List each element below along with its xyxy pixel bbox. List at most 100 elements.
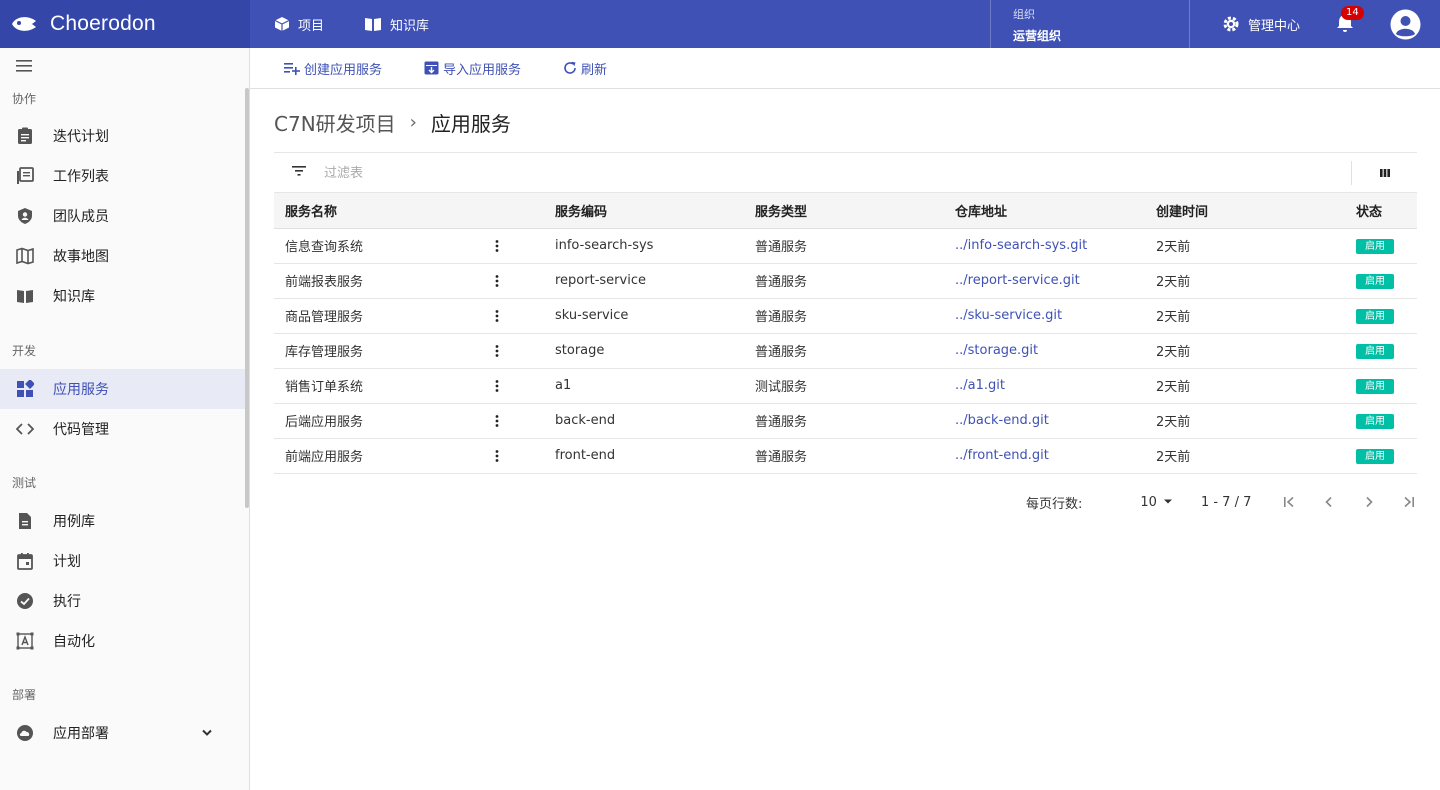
- repo-link[interactable]: ../info-search-sys.git: [955, 238, 1087, 253]
- sidebar-item-iteration-plan[interactable]: 迭代计划: [0, 116, 245, 156]
- more-vert-icon[interactable]: [495, 239, 499, 252]
- repo-link[interactable]: ../report-service.git: [955, 273, 1080, 288]
- refresh-button[interactable]: 刷新: [563, 59, 607, 78]
- status-cell: 启用: [1345, 403, 1417, 439]
- org-value: 运营组织: [1013, 29, 1062, 43]
- more-vert-icon[interactable]: [495, 379, 499, 392]
- sidebar-item-app-service[interactable]: 应用服务: [0, 369, 245, 409]
- sidebar-item-knowledge[interactable]: 知识库: [0, 276, 245, 316]
- table-row: 商品管理服务 sku-service 普通服务 ../sku-service.g…: [274, 298, 1417, 334]
- repo-link[interactable]: ../storage.git: [955, 343, 1038, 358]
- service-code: info-search-sys: [544, 228, 744, 264]
- last-page-icon: [1404, 496, 1415, 508]
- app-service-table: 服务名称 服务编码 服务类型 仓库地址 创建时间 状态 信息查询系统 info-…: [274, 193, 1417, 474]
- sidebar-item-label: 知识库: [53, 289, 95, 305]
- more-vert-icon[interactable]: [495, 309, 499, 322]
- prev-page-button[interactable]: [1319, 492, 1339, 512]
- sidebar-item-execute[interactable]: 执行: [0, 581, 245, 621]
- column-settings-button[interactable]: [1351, 161, 1417, 185]
- table-row: 信息查询系统 info-search-sys 普通服务 ../info-sear…: [274, 228, 1417, 264]
- sidebar-scrollbar[interactable]: [245, 88, 249, 508]
- service-name-link[interactable]: 前端报表服务: [274, 263, 484, 299]
- service-name-link[interactable]: 信息查询系统: [274, 228, 484, 264]
- status-badge: 启用: [1356, 238, 1394, 254]
- org-selector[interactable]: 组织 运营组织: [990, 0, 1190, 48]
- next-page-button[interactable]: [1359, 492, 1379, 512]
- repo-link[interactable]: ../back-end.git: [955, 413, 1049, 428]
- service-name-link[interactable]: 商品管理服务: [274, 298, 484, 334]
- more-vert-icon[interactable]: [495, 274, 499, 287]
- chevron-down-icon[interactable]: [202, 729, 212, 737]
- service-name-link[interactable]: 前端应用服务: [274, 438, 484, 474]
- last-page-button[interactable]: [1399, 492, 1419, 512]
- sidebar-item-automation[interactable]: 自动化: [0, 621, 245, 661]
- menu-toggle-icon[interactable]: [16, 60, 32, 72]
- top-nav-projects[interactable]: 项目: [274, 15, 324, 34]
- status-cell: 启用: [1345, 368, 1417, 404]
- archive-icon: [424, 61, 439, 75]
- admin-center-label: 管理中心: [1248, 18, 1301, 34]
- sidebar-item-label: 用例库: [53, 514, 95, 530]
- sidebar-item-label: 代码管理: [53, 422, 109, 438]
- status-badge: 启用: [1356, 308, 1394, 324]
- column-header-code[interactable]: 服务编码: [544, 193, 744, 229]
- more-vert-icon[interactable]: [495, 344, 499, 357]
- first-page-button[interactable]: [1279, 492, 1299, 512]
- admin-center-button[interactable]: 管理中心: [1222, 0, 1300, 48]
- refresh-icon: [564, 61, 576, 74]
- status-badge: 启用: [1356, 413, 1394, 429]
- column-header-created[interactable]: 创建时间: [1145, 193, 1345, 229]
- import-app-service-button[interactable]: 导入应用服务: [424, 59, 521, 78]
- column-header-status[interactable]: 状态: [1345, 193, 1417, 229]
- repo-link[interactable]: ../a1.git: [955, 378, 1005, 393]
- page-title: 应用服务: [430, 112, 511, 136]
- service-type: 普通服务: [744, 333, 944, 369]
- repo-link[interactable]: ../front-end.git: [955, 448, 1049, 463]
- avatar[interactable]: [1390, 9, 1421, 40]
- sidebar-item-label: 自动化: [53, 634, 95, 650]
- repo-cell: ../report-service.git: [944, 263, 1145, 299]
- sidebar-item-app-deploy[interactable]: 应用部署: [0, 713, 245, 753]
- sidebar-item-label: 计划: [53, 554, 81, 570]
- filter-icon[interactable]: [292, 166, 306, 176]
- column-header-type[interactable]: 服务类型: [744, 193, 944, 229]
- more-vert-icon[interactable]: [495, 449, 499, 462]
- service-name-link[interactable]: 库存管理服务: [274, 333, 484, 369]
- chevron-left-icon: [1325, 496, 1332, 508]
- created-time: 2天前: [1145, 438, 1345, 474]
- more-vert-icon[interactable]: [495, 414, 499, 427]
- table-row: 前端报表服务 report-service 普通服务 ../report-ser…: [274, 263, 1417, 299]
- row-actions-cell: [484, 438, 544, 474]
- brand[interactable]: Choerodon: [0, 0, 250, 48]
- sidebar-item-work-list[interactable]: 工作列表: [0, 156, 245, 196]
- sidebar-item-case-library[interactable]: 用例库: [0, 501, 245, 541]
- first-page-icon: [1284, 496, 1294, 508]
- sidebar-group-test: 测试: [12, 476, 37, 490]
- sidebar-item-story-map[interactable]: 故事地图: [0, 236, 245, 276]
- service-name-link[interactable]: 后端应用服务: [274, 403, 484, 439]
- sidebar-item-team-members[interactable]: 团队成员: [0, 196, 245, 236]
- repo-cell: ../sku-service.git: [944, 298, 1145, 334]
- column-header-repo[interactable]: 仓库地址: [944, 193, 1145, 229]
- service-code: a1: [544, 368, 744, 404]
- sidebar-item-label: 执行: [53, 594, 81, 610]
- create-app-service-button[interactable]: 创建应用服务: [284, 59, 382, 78]
- top-nav-knowledge-label: 知识库: [390, 18, 430, 34]
- status-badge: 启用: [1356, 378, 1394, 394]
- book-icon: [365, 18, 382, 31]
- sidebar-item-plan[interactable]: 计划: [0, 541, 245, 581]
- top-nav-knowledge[interactable]: 知识库: [364, 15, 429, 34]
- row-actions-cell: [484, 368, 544, 404]
- page-size-select[interactable]: 10: [1140, 495, 1173, 510]
- row-actions-cell: [484, 228, 544, 264]
- sidebar-item-code-management[interactable]: 代码管理: [0, 409, 245, 449]
- column-header-name[interactable]: 服务名称: [274, 193, 484, 229]
- service-name-link[interactable]: 销售订单系统: [274, 368, 484, 404]
- filter-input[interactable]: [324, 161, 724, 185]
- table-row: 销售订单系统 a1 测试服务 ../a1.git 2天前 启用: [274, 368, 1417, 404]
- row-actions-cell: [484, 333, 544, 369]
- top-bar: Choerodon 项目 知识库 组织 运营组织 管理中心 14: [0, 0, 1440, 48]
- breadcrumb-parent[interactable]: C7N研发项目: [274, 108, 396, 137]
- repo-cell: ../storage.git: [944, 333, 1145, 369]
- repo-link[interactable]: ../sku-service.git: [955, 308, 1062, 323]
